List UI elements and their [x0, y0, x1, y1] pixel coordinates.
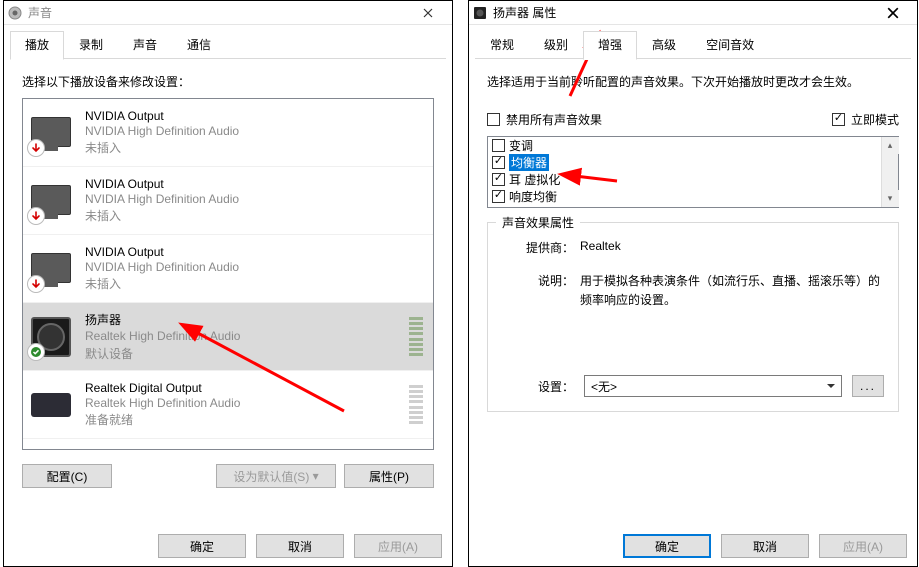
provider-label: 提供商：: [502, 239, 574, 256]
digital-out-icon: [31, 385, 71, 425]
enhance-desc: 选择适用于当前聆听配置的声音效果。下次开始播放时更改才会生效。: [487, 73, 899, 91]
apply-button[interactable]: 应用(A): [819, 534, 907, 558]
ok-button[interactable]: 确定: [623, 534, 711, 558]
tab-level[interactable]: 级别: [529, 31, 583, 59]
immediate-checkbox[interactable]: [832, 113, 845, 126]
scrollbar[interactable]: ▴ ▾: [881, 137, 898, 207]
tab-enhance[interactable]: 增强: [583, 31, 637, 60]
desc-value: 用于模拟各种表演条件（如流行乐、直播、摇滚乐等）的频率响应的设置。: [580, 272, 884, 310]
disable-all-label: 禁用所有声音效果: [506, 111, 602, 128]
tab-recording[interactable]: 录制: [64, 31, 118, 59]
device-status: 未插入: [85, 275, 423, 292]
disable-all-checkbox[interactable]: [487, 113, 500, 126]
setting-more-button[interactable]: ...: [852, 375, 884, 397]
effect-checkbox[interactable]: [492, 190, 505, 203]
level-meter: [409, 385, 423, 425]
fx-frame-title: 声音效果属性: [496, 214, 580, 231]
fx-properties-frame: 声音效果属性 提供商： Realtek 说明： 用于模拟各种表演条件（如流行乐、…: [487, 222, 899, 412]
effect-label: 变调: [509, 137, 533, 154]
apply-button[interactable]: 应用(A): [354, 534, 442, 558]
device-provider: NVIDIA High Definition Audio: [85, 259, 423, 275]
list-item[interactable]: NVIDIA Output NVIDIA High Definition Aud…: [23, 99, 433, 167]
cancel-button[interactable]: 取消: [256, 534, 344, 558]
speaker-icon: [473, 6, 487, 20]
speaker-properties-window: 扬声器 属性 常规 级别 增强 高级 空间音效 选择适用于当前聆听配置的声音效果…: [468, 0, 918, 567]
list-item[interactable]: 均衡器: [488, 154, 898, 171]
tabs-playback: 播放 录制 声音 通信: [4, 25, 452, 59]
cancel-button[interactable]: 取消: [721, 534, 809, 558]
device-name: 扬声器: [85, 311, 409, 328]
setting-select[interactable]: <无>: [584, 375, 842, 397]
close-button[interactable]: [408, 1, 448, 25]
device-list[interactable]: NVIDIA Output NVIDIA High Definition Aud…: [22, 98, 434, 450]
list-item[interactable]: 耳 虚拟化: [488, 171, 898, 188]
window-title: 扬声器 属性: [493, 4, 873, 21]
effect-label: 响度均衡: [509, 188, 557, 205]
default-icon: [27, 343, 45, 361]
tab-playback[interactable]: 播放: [10, 31, 64, 60]
monitor-icon: [31, 181, 71, 221]
list-item[interactable]: Realtek Digital Output Realtek High Defi…: [23, 371, 433, 439]
speaker-icon: [31, 317, 71, 357]
monitor-icon: [31, 113, 71, 153]
set-default-button[interactable]: 设为默认值(S) ▾: [216, 464, 336, 488]
tab-advanced[interactable]: 高级: [637, 31, 691, 59]
effects-list[interactable]: 变调 均衡器 耳 虚拟化 响度均衡 ▴ ▾: [487, 136, 899, 208]
list-item[interactable]: NVIDIA Output NVIDIA High Definition Aud…: [23, 235, 433, 303]
device-provider: NVIDIA High Definition Audio: [85, 123, 423, 139]
device-status: 未插入: [85, 207, 423, 224]
device-provider: Realtek High Definition Audio: [85, 328, 409, 344]
device-status: 未插入: [85, 139, 423, 156]
unplugged-icon: [27, 275, 45, 293]
close-button[interactable]: [873, 1, 913, 25]
provider-value: Realtek: [580, 239, 884, 256]
scroll-down-icon[interactable]: ▾: [882, 190, 899, 207]
properties-button[interactable]: 属性(P): [344, 464, 434, 488]
device-status: 默认设备: [85, 345, 409, 362]
level-meter: [409, 317, 423, 357]
configure-button[interactable]: 配置(C): [22, 464, 112, 488]
effect-checkbox[interactable]: [492, 139, 505, 152]
instruction-text: 选择以下播放设备来修改设置：: [22, 73, 434, 90]
list-item[interactable]: NVIDIA Output NVIDIA High Definition Aud…: [23, 167, 433, 235]
tab-general[interactable]: 常规: [475, 31, 529, 59]
tab-sounds[interactable]: 声音: [118, 31, 172, 59]
device-status: 准备就绪: [85, 411, 409, 428]
setting-label: 设置：: [502, 378, 574, 395]
window-title: 声音: [28, 4, 408, 21]
set-default-label: 设为默认值(S): [233, 468, 309, 485]
tabs-properties: 常规 级别 增强 高级 空间音效: [469, 25, 917, 59]
titlebar: 扬声器 属性: [469, 1, 917, 25]
list-item[interactable]: 响度均衡: [488, 188, 898, 205]
effect-label: 均衡器: [509, 154, 549, 171]
ok-button[interactable]: 确定: [158, 534, 246, 558]
device-provider: Realtek High Definition Audio: [85, 395, 409, 411]
unplugged-icon: [27, 207, 45, 225]
immediate-label: 立即模式: [851, 111, 899, 128]
sound-window: 声音 播放 录制 声音 通信 选择以下播放设备来修改设置：: [3, 0, 453, 567]
unplugged-icon: [27, 139, 45, 157]
speaker-system-icon: [8, 6, 22, 20]
list-item[interactable]: 扬声器 Realtek High Definition Audio 默认设备: [23, 303, 433, 371]
desc-label: 说明：: [502, 272, 574, 310]
device-provider: NVIDIA High Definition Audio: [85, 191, 423, 207]
device-name: NVIDIA Output: [85, 177, 423, 191]
list-item[interactable]: 变调: [488, 137, 898, 154]
device-name: Realtek Digital Output: [85, 381, 409, 395]
scroll-up-icon[interactable]: ▴: [882, 137, 899, 154]
tab-comm[interactable]: 通信: [172, 31, 226, 59]
device-name: NVIDIA Output: [85, 109, 423, 123]
tab-spatial[interactable]: 空间音效: [691, 31, 769, 59]
device-name: NVIDIA Output: [85, 245, 423, 259]
effect-label: 耳 虚拟化: [509, 171, 560, 188]
titlebar: 声音: [4, 1, 452, 25]
effect-checkbox[interactable]: [492, 156, 505, 169]
monitor-icon: [31, 249, 71, 289]
effect-checkbox[interactable]: [492, 173, 505, 186]
setting-value: <无>: [591, 378, 617, 395]
